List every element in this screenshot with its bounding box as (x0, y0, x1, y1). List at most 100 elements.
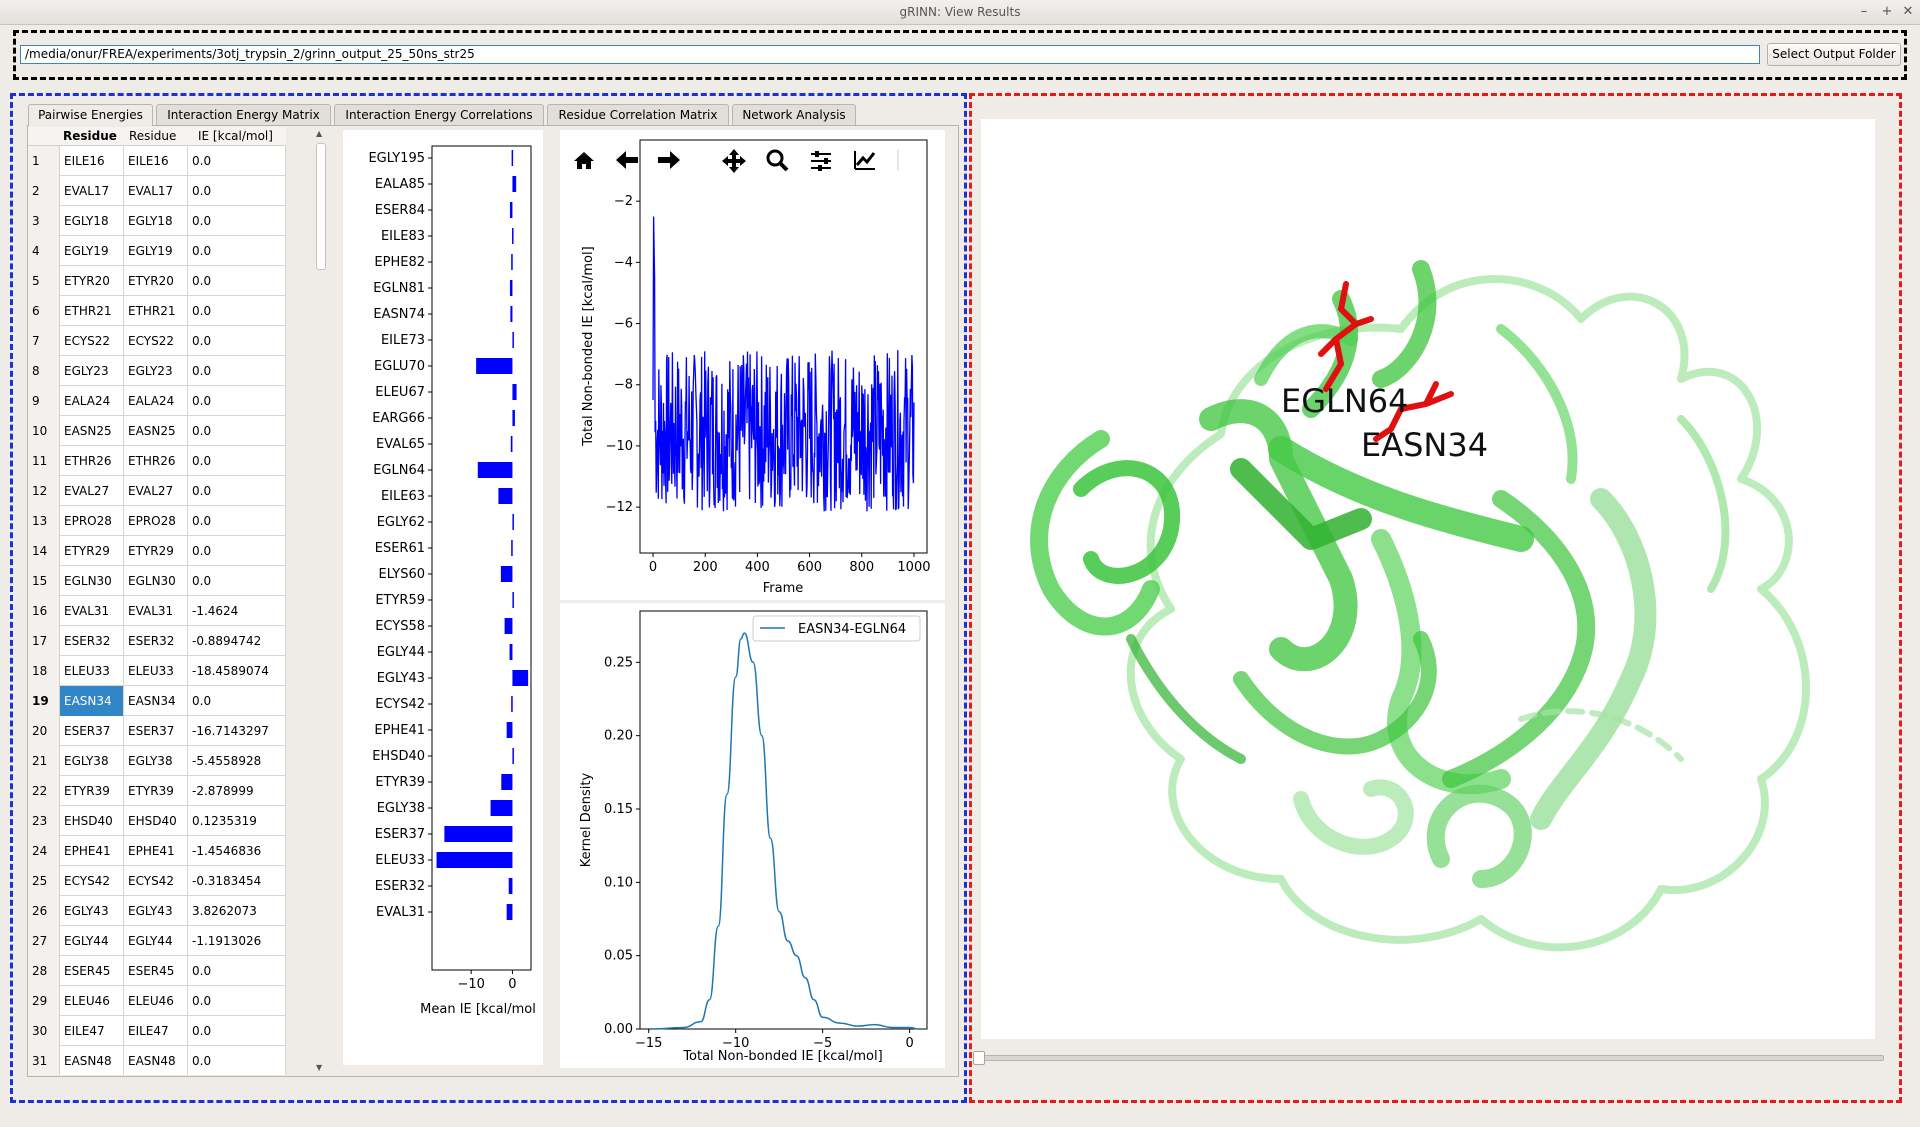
row-number[interactable]: 26 (28, 896, 60, 926)
table-row[interactable]: 21 EGLY38 EGLY38 -5.4558928 (28, 746, 286, 776)
table-row[interactable]: 30 EILE47 EILE47 0.0 (28, 1016, 286, 1046)
residue-1-cell[interactable]: EGLY38 (60, 746, 124, 776)
ie-value-cell[interactable]: -16.7143297 (188, 716, 286, 746)
ie-value-cell[interactable]: 0.0 (188, 536, 286, 566)
residue-1-cell[interactable]: EASN34 (60, 686, 124, 716)
minimize-icon[interactable]: – (1855, 3, 1873, 21)
residue-2-cell[interactable]: ESER45 (124, 956, 188, 986)
table-row[interactable]: 23 EHSD40 EHSD40 0.1235319 (28, 806, 286, 836)
edit-axis-icon[interactable] (854, 151, 876, 170)
residue-2-cell[interactable]: EASN25 (124, 416, 188, 446)
table-row[interactable]: 1 EILE16 EILE16 0.0 (28, 146, 286, 176)
table-row[interactable]: 4 EGLY19 EGLY19 0.0 (28, 236, 286, 266)
table-row[interactable]: 19 EASN34 EASN34 0.0 (28, 686, 286, 716)
residue-2-cell[interactable]: ECYS42 (124, 866, 188, 896)
ie-value-cell[interactable]: 0.0 (188, 476, 286, 506)
row-number[interactable]: 24 (28, 836, 60, 866)
residue-1-cell[interactable]: EPRO28 (60, 506, 124, 536)
home-icon[interactable] (574, 152, 594, 169)
residue-1-cell[interactable]: ETYR29 (60, 536, 124, 566)
residue-1-cell[interactable]: ECYS42 (60, 866, 124, 896)
residue-1-cell[interactable]: EVAL17 (60, 176, 124, 206)
row-number[interactable]: 23 (28, 806, 60, 836)
residue-1-cell[interactable]: ETYR39 (60, 776, 124, 806)
residue-1-cell[interactable]: ETHR21 (60, 296, 124, 326)
ie-value-cell[interactable]: 0.0 (188, 566, 286, 596)
residue-2-cell[interactable]: ECYS22 (124, 326, 188, 356)
ie-value-cell[interactable]: 0.0 (188, 296, 286, 326)
row-number[interactable]: 14 (28, 536, 60, 566)
table-row[interactable]: 3 EGLY18 EGLY18 0.0 (28, 206, 286, 236)
scroll-down-icon[interactable]: ▼ (316, 1063, 322, 1072)
row-number[interactable]: 16 (28, 596, 60, 626)
table-row[interactable]: 24 EPHE41 EPHE41 -1.4546836 (28, 836, 286, 866)
table-row[interactable]: 7 ECYS22 ECYS22 0.0 (28, 326, 286, 356)
table-row[interactable]: 14 ETYR29 ETYR29 0.0 (28, 536, 286, 566)
row-number[interactable]: 19 (28, 686, 60, 716)
residue-1-cell[interactable]: ETHR26 (60, 446, 124, 476)
residue-1-cell[interactable]: ELEU46 (60, 986, 124, 1016)
ie-value-cell[interactable]: 0.0 (188, 1016, 286, 1046)
residue-1-cell[interactable]: EVAL27 (60, 476, 124, 506)
ie-value-cell[interactable]: -18.4589074 (188, 656, 286, 686)
tab-interaction-energy-matrix[interactable]: Interaction Energy Matrix (156, 104, 331, 125)
ie-value-cell[interactable]: 0.0 (188, 206, 286, 236)
table-row[interactable]: 16 EVAL31 EVAL31 -1.4624 (28, 596, 286, 626)
residue-2-cell[interactable]: EPHE41 (124, 836, 188, 866)
table-scrollbar-thumb[interactable] (316, 143, 326, 270)
ie-value-cell[interactable]: 0.0 (188, 1046, 286, 1075)
select-output-folder-button[interactable]: Select Output Folder (1767, 43, 1901, 66)
residue-2-cell[interactable]: ESER37 (124, 716, 188, 746)
residue-2-cell[interactable]: EGLN30 (124, 566, 188, 596)
table-row[interactable]: 10 EASN25 EASN25 0.0 (28, 416, 286, 446)
table-row[interactable]: 18 ELEU33 ELEU33 -18.4589074 (28, 656, 286, 686)
table-row[interactable]: 15 EGLN30 EGLN30 0.0 (28, 566, 286, 596)
row-number[interactable]: 30 (28, 1016, 60, 1046)
row-number[interactable]: 28 (28, 956, 60, 986)
residue-2-cell[interactable]: EGLY43 (124, 896, 188, 926)
row-number[interactable]: 5 (28, 266, 60, 296)
residue-1-cell[interactable]: ESER45 (60, 956, 124, 986)
residue-2-cell[interactable]: EALA24 (124, 386, 188, 416)
row-number[interactable]: 7 (28, 326, 60, 356)
row-number[interactable]: 17 (28, 626, 60, 656)
residue-2-cell[interactable]: EGLY23 (124, 356, 188, 386)
residue-2-cell[interactable]: EHSD40 (124, 806, 188, 836)
residue-1-cell[interactable]: EVAL31 (60, 596, 124, 626)
residue-1-cell[interactable]: EGLY43 (60, 896, 124, 926)
row-number[interactable]: 10 (28, 416, 60, 446)
forward-arrow-icon[interactable] (658, 151, 680, 169)
row-number[interactable]: 2 (28, 176, 60, 206)
ie-value-cell[interactable]: 0.0 (188, 356, 286, 386)
residue-1-cell[interactable]: ETYR20 (60, 266, 124, 296)
residue-1-cell[interactable]: EILE16 (60, 146, 124, 176)
table-row[interactable]: 13 EPRO28 EPRO28 0.0 (28, 506, 286, 536)
residue-1-cell[interactable]: ELEU33 (60, 656, 124, 686)
table-row[interactable]: 26 EGLY43 EGLY43 3.8262073 (28, 896, 286, 926)
output-folder-path-input[interactable]: /media/onur/FREA/experiments/3otj_trypsi… (20, 45, 1760, 64)
residue-2-cell[interactable]: EGLY44 (124, 926, 188, 956)
ie-value-cell[interactable]: 3.8262073 (188, 896, 286, 926)
ie-value-cell[interactable]: -0.8894742 (188, 626, 286, 656)
frame-slider-track[interactable] (976, 1055, 1884, 1061)
residue-1-cell[interactable]: ESER37 (60, 716, 124, 746)
ie-value-cell[interactable]: -1.1913026 (188, 926, 286, 956)
ie-value-cell[interactable]: 0.0 (188, 446, 286, 476)
residue-2-cell[interactable]: EGLY38 (124, 746, 188, 776)
residue-1-cell[interactable]: EGLY18 (60, 206, 124, 236)
residue-2-cell[interactable]: ETHR21 (124, 296, 188, 326)
zoom-icon[interactable] (766, 149, 789, 172)
ie-value-cell[interactable]: 0.0 (188, 986, 286, 1016)
residue-1-cell[interactable]: EASN48 (60, 1046, 124, 1075)
residue-1-cell[interactable]: EILE47 (60, 1016, 124, 1046)
row-number[interactable]: 15 (28, 566, 60, 596)
residue-1-cell[interactable]: EGLY44 (60, 926, 124, 956)
residue-1-cell[interactable]: ESER32 (60, 626, 124, 656)
tab-interaction-energy-correlations[interactable]: Interaction Energy Correlations (334, 104, 544, 125)
row-number[interactable]: 12 (28, 476, 60, 506)
residue-2-cell[interactable]: ETYR29 (124, 536, 188, 566)
row-number[interactable]: 8 (28, 356, 60, 386)
ie-value-cell[interactable]: 0.0 (188, 506, 286, 536)
frame-slider-handle[interactable] (973, 1051, 985, 1065)
ie-value-cell[interactable]: 0.0 (188, 416, 286, 446)
